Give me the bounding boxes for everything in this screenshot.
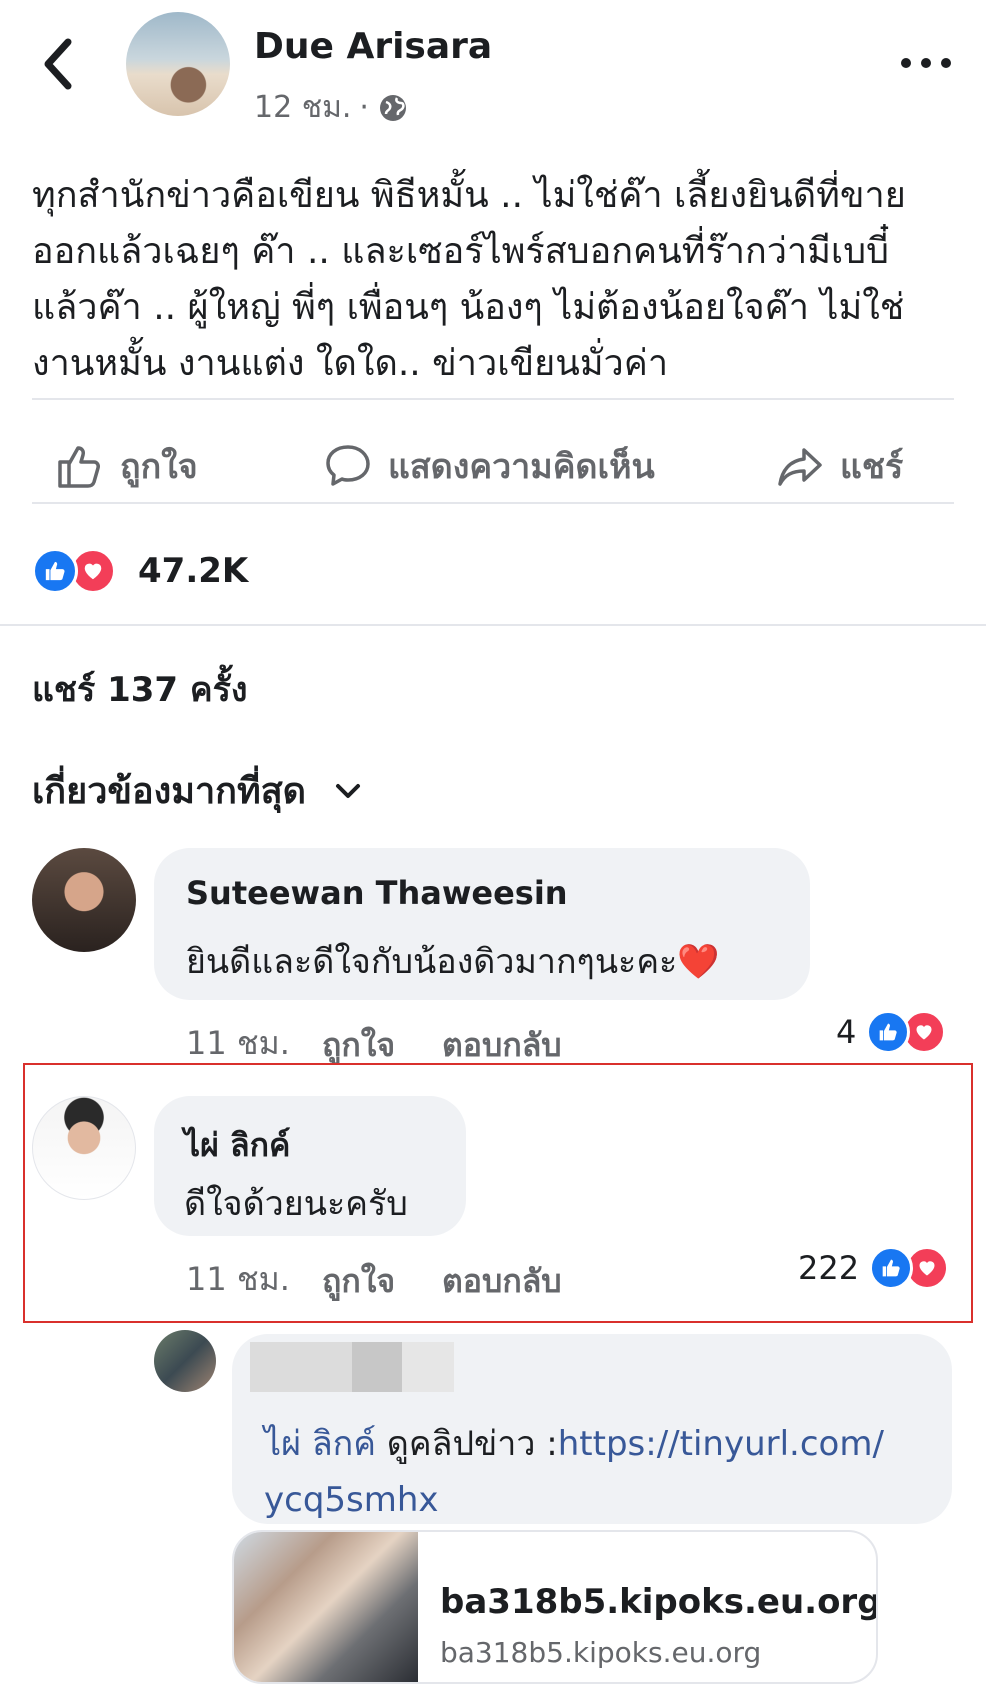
like-reaction-icon <box>866 1010 911 1054</box>
link-preview-title: ba318b5.kipoks.eu.org <box>440 1582 878 1622</box>
comment-bubble: ไผ่ ลิกค์ ดีใจด้วยนะครับ <box>154 1096 466 1236</box>
divider <box>32 398 954 400</box>
commenter-avatar[interactable] <box>32 848 136 952</box>
comment-bubble-icon <box>326 445 370 486</box>
post-time[interactable]: 12 ชม. <box>254 84 351 131</box>
mention-link[interactable]: ไผ่ ลิกค์ <box>264 1424 376 1464</box>
short-url-link[interactable]: https://tinyurl.com/ <box>558 1424 884 1464</box>
comment-like-label: ถูกใจ <box>322 1026 396 1064</box>
divider <box>32 502 954 504</box>
reply-bubble: ไผ่ ลิกค์ ดูคลิปข่าว :https://tinyurl.co… <box>232 1334 952 1524</box>
commenter-name[interactable]: ไผ่ ลิกค์ <box>184 1120 290 1171</box>
comment-label: แสดงความคิดเห็น <box>388 447 655 487</box>
comment-like-label: ถูกใจ <box>322 1262 396 1300</box>
post-meta: 12 ชม. · <box>254 84 409 131</box>
comment-text: ดีใจด้วยนะครับ <box>184 1184 408 1224</box>
link-preview-url: ba318b5.kipoks.eu.org <box>440 1636 762 1669</box>
post-text: ทุกสำนักข่าวคือเขียน พิธีหมั้น .. ไม่ใช่… <box>32 175 906 384</box>
blurred-name <box>250 1342 454 1392</box>
section-divider <box>0 624 986 626</box>
comment-reactions[interactable]: 222 <box>798 1246 950 1290</box>
comment-text-body: ยินดีและดีใจกับน้องดิวมากๆนะคะ <box>186 942 678 982</box>
comment-text: ยินดีและดีใจกับน้องดิวมากๆนะคะ❤️ <box>186 934 720 988</box>
comment-reaction-count: 4 <box>836 1013 857 1051</box>
short-url-link-tail[interactable]: ycq5smhx <box>264 1480 439 1520</box>
reply-text: ไผ่ ลิกค์ ดูคลิปข่าว :https://tinyurl.co… <box>264 1416 934 1528</box>
like-label: ถูกใจ <box>120 447 198 487</box>
sort-label: เกี่ยวข้องมากที่สุด <box>32 771 307 812</box>
comment-reaction-count: 222 <box>798 1249 860 1287</box>
meta-separator: · <box>359 90 369 125</box>
comment-sort-dropdown[interactable]: เกี่ยวข้องมากที่สุด <box>32 762 362 819</box>
commenter-avatar[interactable] <box>32 1096 136 1200</box>
comment-bubble: Suteewan Thaweesin ยินดีและดีใจกับน้องดิ… <box>154 848 810 1000</box>
share-button[interactable]: แชร์ <box>776 436 903 496</box>
comment-reply-link[interactable]: ตอบกลับ <box>442 1256 562 1307</box>
like-thumb-icon <box>58 446 100 488</box>
like-reaction-icon <box>32 548 78 594</box>
comment-like-link[interactable]: ถูกใจ <box>322 1256 395 1307</box>
heart-emoji: ❤️ <box>677 942 720 982</box>
share-count[interactable]: แชร์ 137 ครั้ง <box>32 662 248 716</box>
comment-button[interactable]: แสดงความคิดเห็น <box>324 436 655 496</box>
post-author-name[interactable]: Due Arisara <box>254 26 492 67</box>
commenter-name[interactable]: Suteewan Thaweesin <box>186 874 568 912</box>
comment-time: 11 ชม. <box>186 1260 290 1298</box>
comment-reply-label: ตอบกลับ <box>442 1026 562 1064</box>
like-reaction-icon <box>869 1246 914 1290</box>
reply-body: ดูคลิปข่าว : <box>376 1424 558 1464</box>
reactions-summary[interactable]: 47.2K <box>32 548 248 594</box>
globe-icon <box>379 94 406 121</box>
comment-reactions[interactable]: 4 <box>836 1010 947 1054</box>
comment-reply-label: ตอบกลับ <box>442 1262 562 1300</box>
reaction-count: 47.2K <box>138 551 249 591</box>
share-arrow-icon <box>778 448 822 486</box>
comment-time: 11 ชม. <box>186 1024 290 1062</box>
link-preview-card[interactable]: ba318b5.kipoks.eu.org ba318b5.kipoks.eu.… <box>232 1530 878 1684</box>
share-label: แชร์ <box>840 447 904 487</box>
like-button[interactable]: ถูกใจ <box>56 436 198 496</box>
more-dots-icon[interactable] <box>896 48 956 78</box>
reply-avatar[interactable] <box>154 1330 216 1392</box>
back-arrow-icon[interactable] <box>40 36 80 92</box>
chevron-down-icon <box>336 783 361 798</box>
author-avatar[interactable] <box>126 12 230 116</box>
